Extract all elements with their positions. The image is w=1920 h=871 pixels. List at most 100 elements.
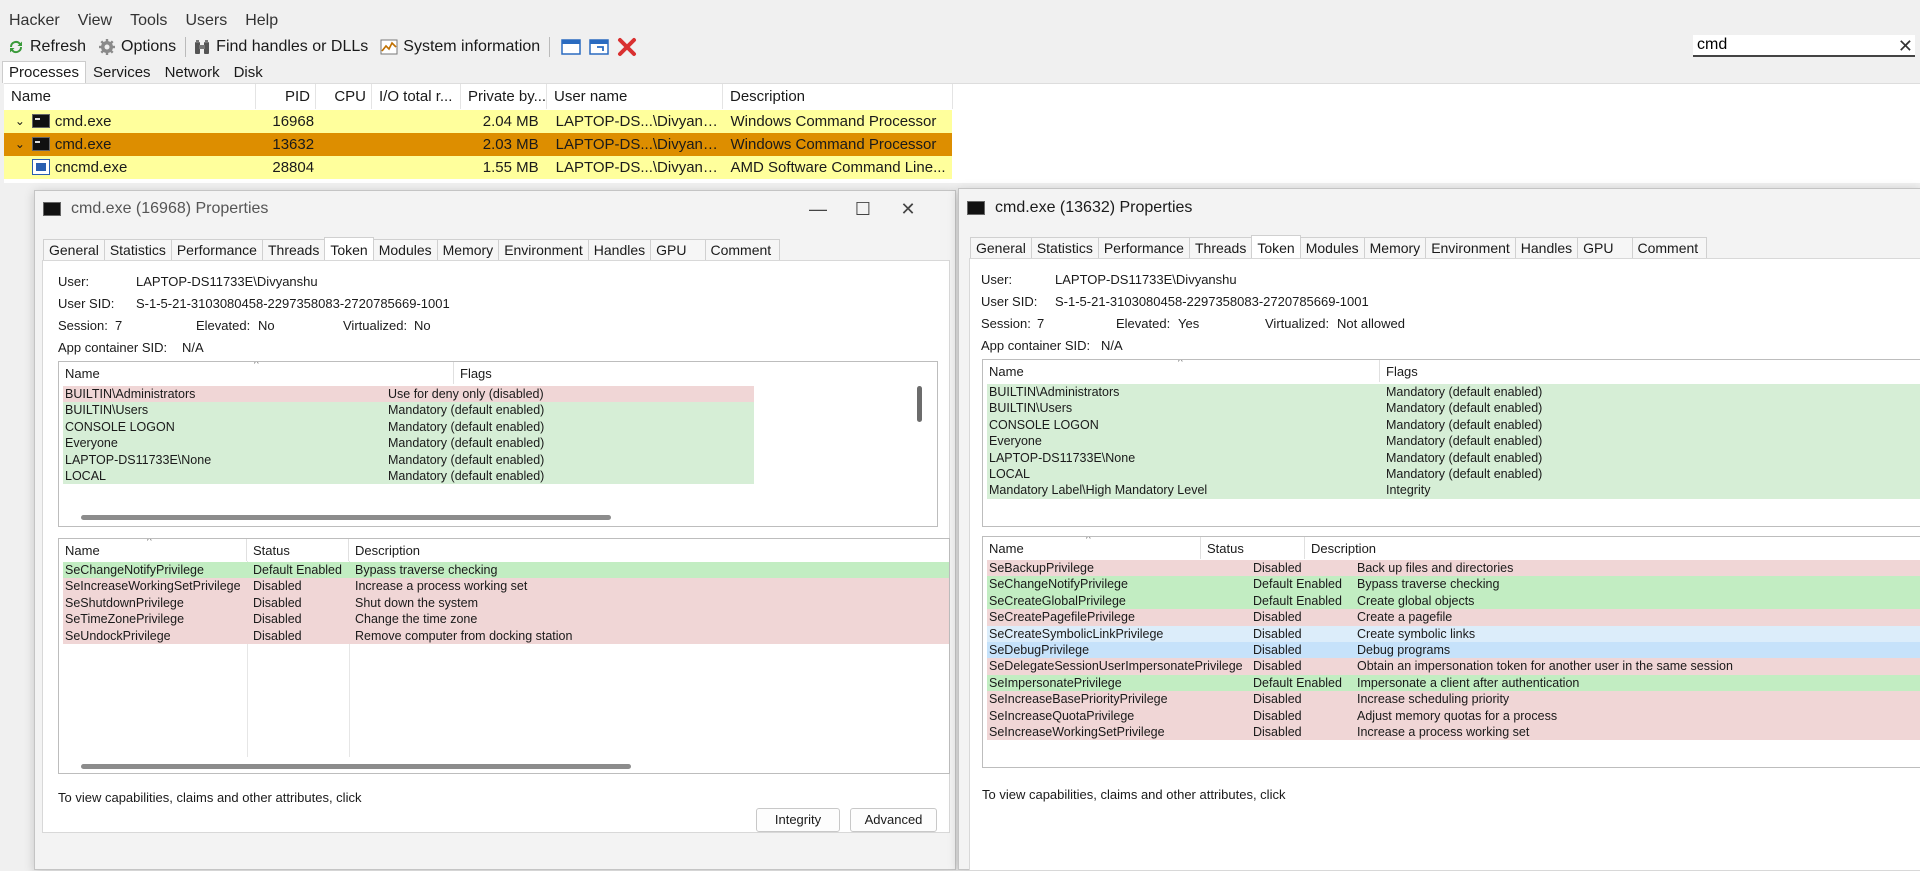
privilege-row[interactable]: SeIncreaseWorkingSetPrivilege Disabled Inc… xyxy=(63,578,949,595)
privilege-row[interactable]: SeImpersonatePrivilege Default Enabled Imp… xyxy=(987,674,1920,692)
find-handles-button[interactable]: Find handles or DLLs xyxy=(190,35,371,59)
group-row[interactable]: CONSOLE LOGON Mandatory (default enabled) xyxy=(987,416,1920,434)
privilege-row[interactable]: SeIncreaseWorkingSetPrivilege Disabled Inc… xyxy=(987,724,1920,741)
column-name[interactable]: Name ^ xyxy=(59,362,454,384)
privilege-row[interactable]: SeIncreaseBasePriorityPrivilege Disabled I… xyxy=(987,691,1920,708)
column-io[interactable]: I/O total r... xyxy=(372,84,461,109)
vertical-scrollbar[interactable] xyxy=(917,386,922,422)
tab-statistics[interactable]: Statistics xyxy=(1030,237,1099,259)
privilege-row[interactable]: SeCreateGlobalPrivilege Default Enabled Cr… xyxy=(987,592,1920,610)
column-flags[interactable]: Flags xyxy=(1380,360,1910,382)
privilege-row[interactable]: SeChangeNotifyPrivilege Default Enabled By… xyxy=(987,576,1920,593)
column-description[interactable]: Description xyxy=(723,84,953,109)
group-row[interactable]: BUILTIN\Administrators Use for deny only … xyxy=(63,386,754,403)
tab-memory[interactable]: Memory xyxy=(436,239,500,261)
group-row[interactable]: BUILTIN\Users Mandatory (default enabled) xyxy=(63,402,754,419)
tab-gpu[interactable]: GPU xyxy=(1577,237,1633,259)
menu-hacker[interactable]: Hacker xyxy=(0,9,69,33)
column-flags[interactable]: Flags xyxy=(454,362,914,384)
privilege-row[interactable]: SeShutdownPrivilege Disabled Shut down the… xyxy=(63,594,949,612)
tab-statistics[interactable]: Statistics xyxy=(103,239,172,261)
tab-handles[interactable]: Handles xyxy=(1514,237,1579,259)
column-name[interactable]: Name ^ xyxy=(983,360,1380,382)
group-row[interactable]: Everyone Mandatory (default enabled) xyxy=(63,435,754,452)
tab-token[interactable]: Token xyxy=(324,237,374,260)
integrity-button[interactable]: Integrity xyxy=(756,808,840,832)
privilege-row[interactable]: SeBackupPrivilege Disabled Back up files a… xyxy=(987,560,1920,577)
tab-environment[interactable]: Environment xyxy=(1425,237,1516,259)
group-row[interactable]: LOCAL Mandatory (default enabled) xyxy=(63,468,754,485)
group-row[interactable]: BUILTIN\Administrators Mandatory (default… xyxy=(987,384,1920,401)
column-status[interactable]: Status xyxy=(1201,537,1305,559)
refresh-button[interactable]: Refresh xyxy=(4,35,89,59)
tab-modules[interactable]: Modules xyxy=(372,239,438,261)
system-information-button[interactable]: System information xyxy=(377,35,543,59)
menu-tools[interactable]: Tools xyxy=(121,9,176,33)
horizontal-scrollbar[interactable] xyxy=(81,764,631,769)
window-arrow-icon[interactable] xyxy=(588,36,610,58)
column-name[interactable]: Name ^ xyxy=(59,539,247,561)
tab-environment[interactable]: Environment xyxy=(498,239,589,261)
menu-view[interactable]: View xyxy=(69,9,121,33)
privilege-row[interactable]: SeDelegateSessionUserImpersonatePrivileg… xyxy=(987,658,1920,675)
tab-threads[interactable]: Threads xyxy=(261,239,326,261)
privilege-row[interactable]: SeTimeZonePrivilege Disabled Change the ti… xyxy=(63,611,949,628)
privilege-row[interactable]: SeChangeNotifyPrivilege Default Enabled By… xyxy=(63,562,949,579)
tab-network[interactable]: Network xyxy=(158,61,227,83)
tab-gpu[interactable]: GPU xyxy=(650,239,706,261)
minimize-button[interactable]: — xyxy=(803,195,833,223)
tab-comment[interactable]: Comment xyxy=(1631,237,1708,259)
privilege-row[interactable]: SeCreateSymbolicLinkPrivilege Disabled Cre… xyxy=(987,625,1920,642)
group-row[interactable]: Everyone Mandatory (default enabled) xyxy=(987,433,1920,450)
tab-threads[interactable]: Threads xyxy=(1188,237,1253,259)
tab-general[interactable]: General xyxy=(970,237,1032,259)
clear-search-icon[interactable]: ✕ xyxy=(1898,35,1913,57)
tab-services[interactable]: Services xyxy=(86,61,158,83)
process-row[interactable]: ⌄ cmd.exe 13632 2.03 MB LAPTOP-DS...\Div… xyxy=(4,133,952,156)
maximize-button[interactable]: ☐ xyxy=(848,195,878,223)
column-name[interactable]: Name ^ xyxy=(983,537,1201,559)
group-row[interactable]: Mandatory Label\High Mandatory Level Inte… xyxy=(987,482,1920,499)
horizontal-scrollbar[interactable] xyxy=(81,515,611,520)
process-row[interactable]: ⌄ cmd.exe 16968 2.04 MB LAPTOP-DS...\Div… xyxy=(4,110,952,133)
terminate-icon[interactable] xyxy=(616,36,638,58)
tab-handles[interactable]: Handles xyxy=(587,239,652,261)
group-row[interactable]: LOCAL Mandatory (default enabled) xyxy=(987,466,1920,483)
group-row[interactable]: LAPTOP-DS11733E\None Mandatory (default e… xyxy=(987,449,1920,466)
menu-users[interactable]: Users xyxy=(176,9,236,33)
column-cpu[interactable]: CPU xyxy=(316,84,372,109)
group-row[interactable]: BUILTIN\Users Mandatory (default enabled) xyxy=(987,400,1920,417)
menu-help[interactable]: Help xyxy=(236,9,287,33)
column-pid[interactable]: PID xyxy=(256,84,316,109)
tab-comment[interactable]: Comment xyxy=(704,239,781,261)
window-icon[interactable] xyxy=(560,36,582,58)
chevron-down-icon[interactable]: ⌄ xyxy=(14,110,26,133)
tab-token[interactable]: Token xyxy=(1251,235,1301,258)
tab-general[interactable]: General xyxy=(43,239,105,261)
column-status[interactable]: Status xyxy=(247,539,349,561)
column-description[interactable]: Description xyxy=(349,539,939,561)
search-input[interactable] xyxy=(1693,36,1883,54)
privilege-row[interactable]: SeCreatePagefilePrivilege Disabled Create … xyxy=(987,609,1920,626)
chevron-down-icon[interactable]: ⌄ xyxy=(14,133,26,156)
tab-modules[interactable]: Modules xyxy=(1299,237,1365,259)
group-row[interactable]: LAPTOP-DS11733E\None Mandatory (default e… xyxy=(63,451,754,468)
column-description[interactable]: Description xyxy=(1305,537,1905,559)
advanced-button[interactable]: Advanced xyxy=(850,808,937,832)
group-row[interactable]: CONSOLE LOGON Mandatory (default enabled) xyxy=(63,418,754,436)
privilege-row[interactable]: SeDebugPrivilege Disabled Debug programs xyxy=(987,642,1920,659)
tab-performance[interactable]: Performance xyxy=(170,239,263,261)
column-private-bytes[interactable]: Private by... xyxy=(461,84,547,109)
process-row[interactable]: cncmd.exe 28804 1.55 MB LAPTOP-DS...\Div… xyxy=(4,156,952,179)
options-button[interactable]: Options xyxy=(95,35,179,59)
privilege-row[interactable]: SeIncreaseQuotaPrivilege Disabled Adjust m… xyxy=(987,707,1920,724)
tab-processes[interactable]: Processes xyxy=(2,61,87,83)
privilege-row[interactable]: SeUndockPrivilege Disabled Remove computer… xyxy=(63,627,949,644)
tab-disk[interactable]: Disk xyxy=(227,61,270,83)
close-button[interactable]: ✕ xyxy=(893,195,923,223)
tab-memory[interactable]: Memory xyxy=(1363,237,1427,259)
column-name[interactable]: Name xyxy=(4,84,256,109)
column-user-name[interactable]: User name xyxy=(547,84,723,109)
dialog-title: cmd.exe (16968) Properties xyxy=(71,200,269,217)
tab-performance[interactable]: Performance xyxy=(1097,237,1190,259)
